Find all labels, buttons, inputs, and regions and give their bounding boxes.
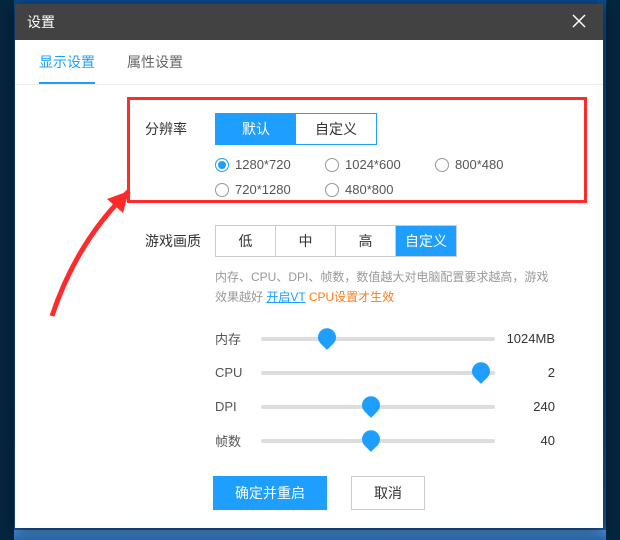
resolution-opt-4[interactable]: 480*800 bbox=[325, 182, 435, 197]
sliders: 内存 1024MB CPU 2 DPI 240 帧数 40 bbox=[215, 322, 555, 458]
quality-custom[interactable]: 自定义 bbox=[396, 226, 456, 256]
slider-cpu-value: 2 bbox=[495, 365, 555, 380]
radio-icon bbox=[215, 158, 229, 172]
slider-cpu: CPU 2 bbox=[215, 356, 555, 390]
quality-label: 游戏画质 bbox=[145, 231, 215, 251]
slider-mem-thumb[interactable] bbox=[314, 324, 339, 349]
annotation-arrow bbox=[37, 181, 157, 321]
radio-icon bbox=[215, 183, 229, 197]
modal-title: 设置 bbox=[27, 12, 55, 32]
resolution-opt-3[interactable]: 720*1280 bbox=[215, 182, 325, 197]
enable-vt-link[interactable]: 开启VT bbox=[266, 290, 305, 304]
slider-dpi-thumb[interactable] bbox=[358, 392, 383, 417]
slider-mem: 内存 1024MB bbox=[215, 322, 555, 356]
slider-mem-track[interactable] bbox=[261, 337, 495, 341]
slider-dpi-track[interactable] bbox=[261, 405, 495, 409]
slider-cpu-track[interactable] bbox=[261, 371, 495, 375]
resolution-label: 分辨率 bbox=[145, 119, 215, 139]
slider-dpi: DPI 240 bbox=[215, 390, 555, 424]
close-icon bbox=[571, 13, 587, 29]
slider-fps: 帧数 40 bbox=[215, 424, 555, 458]
slider-dpi-value: 240 bbox=[495, 399, 555, 414]
settings-modal: 设置 显示设置 属性设置 分辨率 默认 自定义 1280*720 1024*60… bbox=[15, 4, 603, 528]
confirm-restart-button[interactable]: 确定并重启 bbox=[213, 476, 327, 510]
resolution-options: 1280*720 1024*600 800*480 720*1280 480*8… bbox=[215, 157, 563, 197]
slider-fps-thumb[interactable] bbox=[358, 426, 383, 451]
resolution-opt-1[interactable]: 1024*600 bbox=[325, 157, 435, 172]
quality-low[interactable]: 低 bbox=[216, 226, 276, 256]
radio-icon bbox=[325, 183, 339, 197]
quality-hint: 内存、CPU、DPI、帧数，数值越大对电脑配置要求越高，游戏效果越好 开启VT … bbox=[215, 267, 555, 308]
close-button[interactable] bbox=[567, 9, 591, 36]
quality-toggle: 低 中 高 自定义 bbox=[215, 225, 457, 257]
title-bar: 设置 bbox=[15, 4, 603, 40]
tab-attr[interactable]: 属性设置 bbox=[127, 52, 183, 84]
footer: 确定并重启 取消 bbox=[75, 476, 563, 510]
resolution-mode-custom[interactable]: 自定义 bbox=[296, 114, 376, 144]
radio-icon bbox=[435, 158, 449, 172]
slider-cpu-thumb[interactable] bbox=[468, 358, 493, 383]
resolution-mode-default[interactable]: 默认 bbox=[216, 114, 296, 144]
tabs: 显示设置 属性设置 bbox=[15, 40, 603, 85]
slider-fps-track[interactable] bbox=[261, 439, 495, 443]
quality-mid[interactable]: 中 bbox=[276, 226, 336, 256]
tab-display[interactable]: 显示设置 bbox=[39, 52, 95, 84]
quality-high[interactable]: 高 bbox=[336, 226, 396, 256]
slider-mem-value: 1024MB bbox=[495, 331, 555, 346]
radio-icon bbox=[325, 158, 339, 172]
resolution-opt-0[interactable]: 1280*720 bbox=[215, 157, 325, 172]
resolution-opt-2[interactable]: 800*480 bbox=[435, 157, 545, 172]
cancel-button[interactable]: 取消 bbox=[351, 476, 425, 510]
resolution-mode-toggle: 默认 自定义 bbox=[215, 113, 377, 145]
slider-fps-value: 40 bbox=[495, 433, 555, 448]
